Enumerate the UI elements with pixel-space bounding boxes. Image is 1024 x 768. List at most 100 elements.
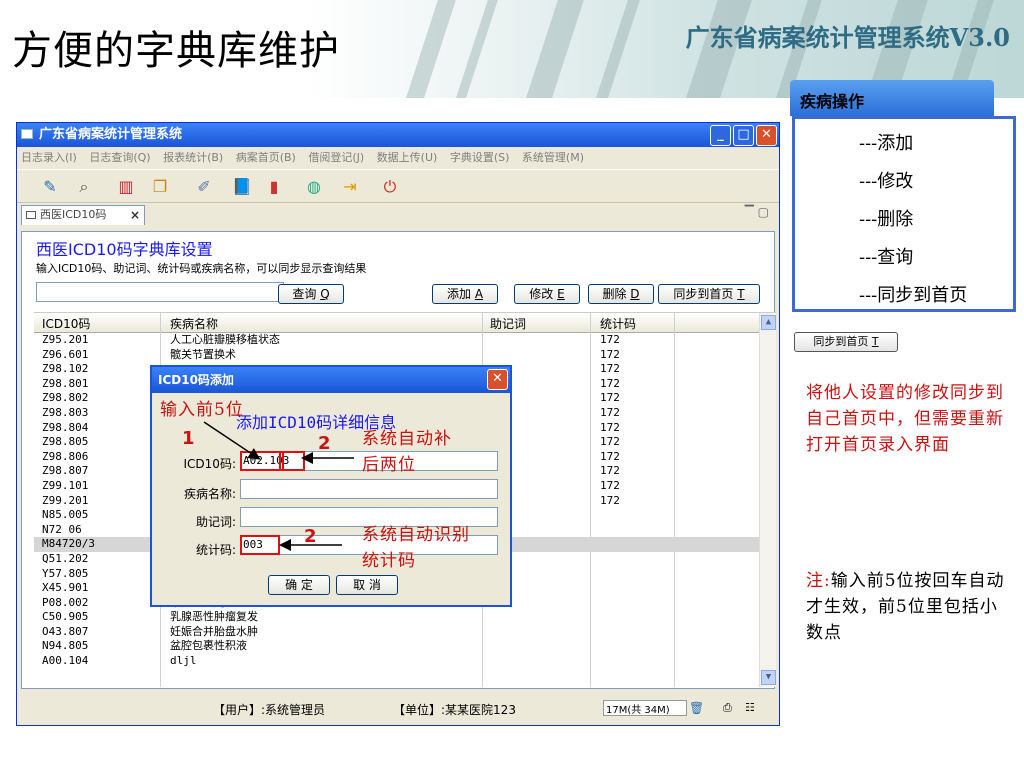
window-title: 广东省病案统计管理系统 <box>39 127 183 142</box>
status-bar: 【用户】:系统管理员 【单位】:某某医院123 17M(共 34M) 🗑 ⎙ ☷ <box>17 691 779 725</box>
tab-icd10[interactable]: 西医ICD10码 × <box>21 205 145 225</box>
scroll-up-icon[interactable]: ▲ <box>761 315 776 330</box>
tab-bar: 西医ICD10码 × ▔ ▢ <box>17 203 779 225</box>
globe-icon[interactable]: ◍ <box>303 176 325 198</box>
cell-disease-name: 人工心脏瓣膜移植状态 <box>170 333 280 346</box>
tab-window-icon <box>26 211 36 219</box>
sync-to-homepage-button-sample[interactable]: 同步到首页 T <box>794 332 898 352</box>
cell-stat-code: 172 <box>600 347 620 361</box>
ops-panel-header: 疾病操作 <box>790 80 994 116</box>
cell-icd10: Z98.102 <box>42 362 89 376</box>
trash-icon[interactable]: 🗑 <box>689 701 704 715</box>
table-row[interactable]: Z95.201 人工心脏瓣膜移植状态 172 <box>34 333 776 348</box>
cell-stat-code: 172 <box>600 391 620 405</box>
cell-icd10: Z98.803 <box>42 405 89 419</box>
status-unit: 【单位】:某某医院123 <box>393 703 516 717</box>
cell-icd10: Z99.201 <box>42 493 89 507</box>
cell-stat-code: 172 <box>600 449 620 463</box>
tab-restore-icon[interactable]: ▔ ▢ <box>745 205 769 219</box>
annotation-number-1: 1 <box>182 428 195 449</box>
copy-icon[interactable]: ❐ <box>149 176 171 198</box>
disease-name-input[interactable] <box>240 479 498 499</box>
table-row[interactable]: C50.905 乳腺恶性肿瘤复发 <box>34 610 776 625</box>
status-user: 【用户】:系统管理员 <box>213 703 326 717</box>
table-row[interactable]: A00.104 dljl <box>34 654 776 669</box>
col-mnemonic[interactable]: 助记词 <box>490 315 526 332</box>
slide-title: 方便的字典库维护 <box>12 28 340 74</box>
query-button[interactable]: 查询 Q <box>278 284 344 304</box>
cell-stat-code: 172 <box>600 420 620 434</box>
menu-upload[interactable]: 数据上传(U) <box>377 151 438 164</box>
dialog-ok-button[interactable]: 确 定 <box>268 575 330 595</box>
scroll-down-icon[interactable]: ▼ <box>761 670 776 685</box>
cell-icd10: Z98.802 <box>42 391 89 405</box>
cell-disease-name: 髋关节置换术 <box>170 347 236 361</box>
dialog-close-icon[interactable]: ✕ <box>487 369 508 390</box>
menu-log-entry[interactable]: 日志录入(I) <box>21 151 77 164</box>
table-row[interactable]: O43.807 妊娠合并胎盘水肿 <box>34 625 776 640</box>
cell-stat-code: 172 <box>600 376 620 390</box>
cell-icd10: Z95.201 <box>42 333 89 346</box>
cell-icd10: N85.005 <box>42 508 89 522</box>
window-titlebar: 广东省病案统计管理系统 _ □ ✕ <box>17 123 779 147</box>
book-icon[interactable]: 📘 <box>231 176 253 198</box>
sync-to-homepage-button[interactable]: 同步到首页 T <box>658 284 760 304</box>
page-description: 输入ICD10码、助记词、统计码或疾病名称，可以同步显示查询结果 <box>36 262 367 275</box>
table-row[interactable]: Z96.601 髋关节置换术 172 <box>34 348 776 363</box>
pen-icon[interactable]: ✐ <box>193 176 215 198</box>
table-scrollbar[interactable]: ▲ ▼ <box>759 313 776 687</box>
cell-icd10: M84720/3 <box>42 537 95 551</box>
dialog-cancel-button[interactable]: 取 消 <box>336 575 398 595</box>
cell-icd10: C50.905 <box>42 610 89 624</box>
cell-disease-name: 乳腺恶性肿瘤复发 <box>170 610 258 624</box>
menu-dict[interactable]: 字典设置(S) <box>450 151 510 164</box>
menu-system[interactable]: 系统管理(M) <box>522 151 584 164</box>
cell-icd10: Z98.806 <box>42 449 89 463</box>
cell-stat-code: 172 <box>600 464 620 478</box>
print-icon[interactable]: ⎙ <box>723 701 732 715</box>
toolbar: ✎ ⌕ ▥ ❐ ✐ 📘 ▮ ◍ ⇥ ⏻ <box>17 169 779 203</box>
cell-icd10: P08.002 <box>42 595 89 609</box>
red-book-icon[interactable]: ▮ <box>263 176 285 198</box>
cell-icd10: Z99.101 <box>42 478 89 492</box>
annotation-number-2b: 2 <box>304 526 317 547</box>
minimize-button[interactable]: _ <box>710 125 731 146</box>
col-icd10[interactable]: ICD10码 <box>42 315 90 332</box>
binoculars-icon[interactable]: ⌕ <box>73 176 95 198</box>
close-button[interactable]: ✕ <box>756 125 777 146</box>
menu-log-query[interactable]: 日志查询(Q) <box>89 151 150 164</box>
icd-prefix-highlight <box>240 451 284 471</box>
icd-label: ICD10码: <box>183 457 236 471</box>
power-icon[interactable]: ⏻ <box>379 176 401 198</box>
exit-door-icon[interactable]: ⇥ <box>339 176 361 198</box>
mnemonic-label: 助记词: <box>195 515 236 529</box>
cell-stat-code: 172 <box>600 333 620 346</box>
op-query: ---查询 <box>859 247 914 268</box>
menu-borrow[interactable]: 借阅登记(J) <box>308 151 364 164</box>
cell-icd10: Y57.805 <box>42 566 89 580</box>
table-row[interactable]: N94.805 盆腔包裹性积液 <box>34 639 776 654</box>
col-stat-code[interactable]: 统计码 <box>600 315 636 332</box>
cell-icd10: N72 06 <box>42 522 82 536</box>
maximize-button[interactable]: □ <box>733 125 754 146</box>
bar-chart-icon[interactable]: ▥ <box>115 176 137 198</box>
col-disease-name[interactable]: 疾病名称 <box>170 315 218 332</box>
cell-stat-code: 172 <box>600 435 620 449</box>
annotation-auto-stat: 系统自动识别统计码 <box>362 525 470 571</box>
add-button[interactable]: 添加 A <box>432 284 498 304</box>
stat-code-highlight <box>240 535 280 555</box>
cell-icd10: X45.901 <box>42 581 89 595</box>
menu-case-home[interactable]: 病案首页(B) <box>236 151 296 164</box>
icd-suffix-highlight <box>279 451 305 471</box>
page-heading: 西医ICD10码字典库设置 <box>36 240 213 259</box>
tab-close-icon[interactable]: × <box>130 206 140 224</box>
edit-button[interactable]: 修改 E <box>514 284 580 304</box>
table-header: ICD10码 疾病名称 助记词 统计码 <box>34 313 776 333</box>
menu-report[interactable]: 报表统计(B) <box>163 151 223 164</box>
cell-disease-name: 妊娠合并胎盘水肿 <box>170 624 258 638</box>
search-input[interactable] <box>36 282 284 302</box>
delete-button[interactable]: 删除 D <box>588 284 654 304</box>
edit-form-icon[interactable]: ✎ <box>39 176 61 198</box>
cell-icd10: Q51.202 <box>42 551 89 565</box>
tree-icon[interactable]: ☷ <box>745 701 755 714</box>
